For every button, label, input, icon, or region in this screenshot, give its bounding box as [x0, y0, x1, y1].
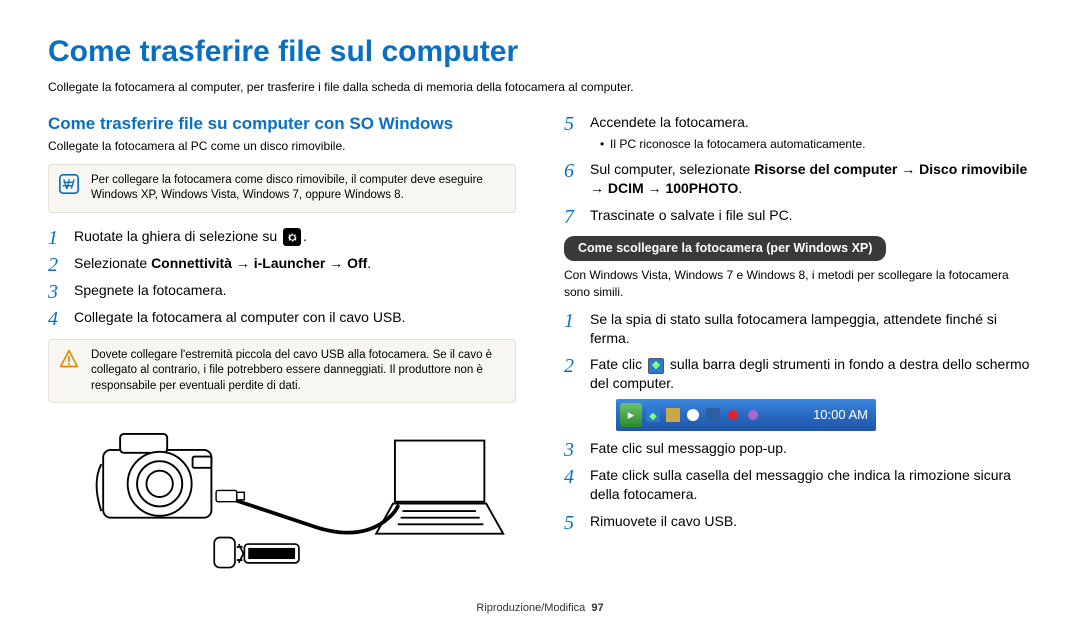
left-heading: Come trasferire file su computer con SO …: [48, 113, 516, 136]
step-1-text-a: Ruotate la ghiera di selezione su: [74, 228, 281, 244]
tray-icon-4: [705, 407, 721, 423]
connection-illustration: SAMSUNG: [48, 417, 516, 577]
left-subheading: Collegate la fotocamera al PC come un di…: [48, 138, 516, 154]
dstep-3: Fate clic sul messaggio pop-up.: [564, 439, 1032, 458]
dstep-2: Fate clic ◆ sulla barra degli strumenti …: [564, 355, 1032, 431]
step-2-text-c: .: [367, 255, 371, 271]
page-footer: Riproduzione/Modifica 97: [0, 601, 1080, 616]
note-box: Per collegare la fotocamera come disco r…: [48, 164, 516, 213]
tray-icon-3: [685, 407, 701, 423]
note-text: Per collegare la fotocamera come disco r…: [91, 174, 483, 202]
gear-icon: [283, 228, 301, 246]
dstep-1: Se la spia di stato sulla fotocamera lam…: [564, 310, 1032, 348]
disconnect-subtext: Con Windows Vista, Windows 7 e Windows 8…: [564, 267, 1032, 299]
page-title: Come trasferire file sul computer: [48, 32, 1032, 73]
footer-page-number: 97: [591, 602, 603, 614]
step-4: Collegate la fotocamera al computer con …: [48, 308, 516, 327]
taskbar-time: 10:00 AM: [813, 406, 868, 424]
tray-icon-2: [665, 407, 681, 423]
tray-icon-6: [745, 407, 761, 423]
dstep-2-text-a: Fate clic: [590, 356, 646, 372]
steps-continue: Accendete la fotocamera. Il PC riconosce…: [564, 113, 1032, 225]
dstep-5: Rimuovete il cavo USB.: [564, 512, 1032, 531]
step-2: Selezionate Connettività → i-Launcher → …: [48, 254, 516, 273]
taskbar-illustration: ▸ ◆ 10:00 AM: [616, 399, 876, 431]
svg-text:◆: ◆: [649, 411, 657, 422]
step-6-text-c: .: [738, 180, 742, 196]
step-5: Accendete la fotocamera. Il PC riconosce…: [564, 113, 1032, 152]
warning-icon: [59, 349, 79, 369]
step-3: Spegnete la fotocamera.: [48, 281, 516, 300]
right-column: Accendete la fotocamera. Il PC riconosce…: [564, 113, 1032, 578]
svg-text:SAMSUNG: SAMSUNG: [255, 553, 288, 560]
step-5-bullet-1: Il PC riconosce la fotocamera automatica…: [600, 136, 1032, 152]
note-icon: [59, 174, 79, 194]
left-column: Come trasferire file su computer con SO …: [48, 113, 516, 578]
tray-icon-5: [725, 407, 741, 423]
step-1: Ruotate la ghiera di selezione su .: [48, 227, 516, 246]
footer-section: Riproduzione/Modifica: [476, 602, 585, 614]
page-intro: Collegate la fotocamera al computer, per…: [48, 79, 1032, 95]
step-5-bullets: Il PC riconosce la fotocamera automatica…: [590, 136, 1032, 152]
warning-text: Dovete collegare l'estremità piccola del…: [91, 349, 492, 392]
step-1-text-b: .: [303, 228, 307, 244]
start-button-icon: ▸: [620, 403, 642, 427]
tray-icon-1: ◆: [645, 407, 661, 423]
disconnect-heading-pill: Come scollegare la fotocamera (per Windo…: [564, 236, 886, 261]
warning-box: Dovete collegare l'estremità piccola del…: [48, 339, 516, 404]
safely-remove-icon: ◆: [648, 358, 664, 374]
steps-disconnect: Se la spia di stato sulla fotocamera lam…: [564, 310, 1032, 531]
step-7: Trascinate o salvate i file sul PC.: [564, 206, 1032, 225]
step-5-text: Accendete la fotocamera.: [590, 114, 749, 130]
step-6-text-a: Sul computer, selezionate: [590, 161, 754, 177]
dstep-4: Fate click sulla casella del messaggio c…: [564, 466, 1032, 504]
step-6: Sul computer, selezionate Risorse del co…: [564, 160, 1032, 198]
steps-connect: Ruotate la ghiera di selezione su . Sele…: [48, 227, 516, 327]
step-2-bold: Connettività → i-Launcher → Off: [151, 255, 367, 271]
content-columns: Come trasferire file su computer con SO …: [48, 113, 1032, 578]
step-2-text-a: Selezionate: [74, 255, 151, 271]
